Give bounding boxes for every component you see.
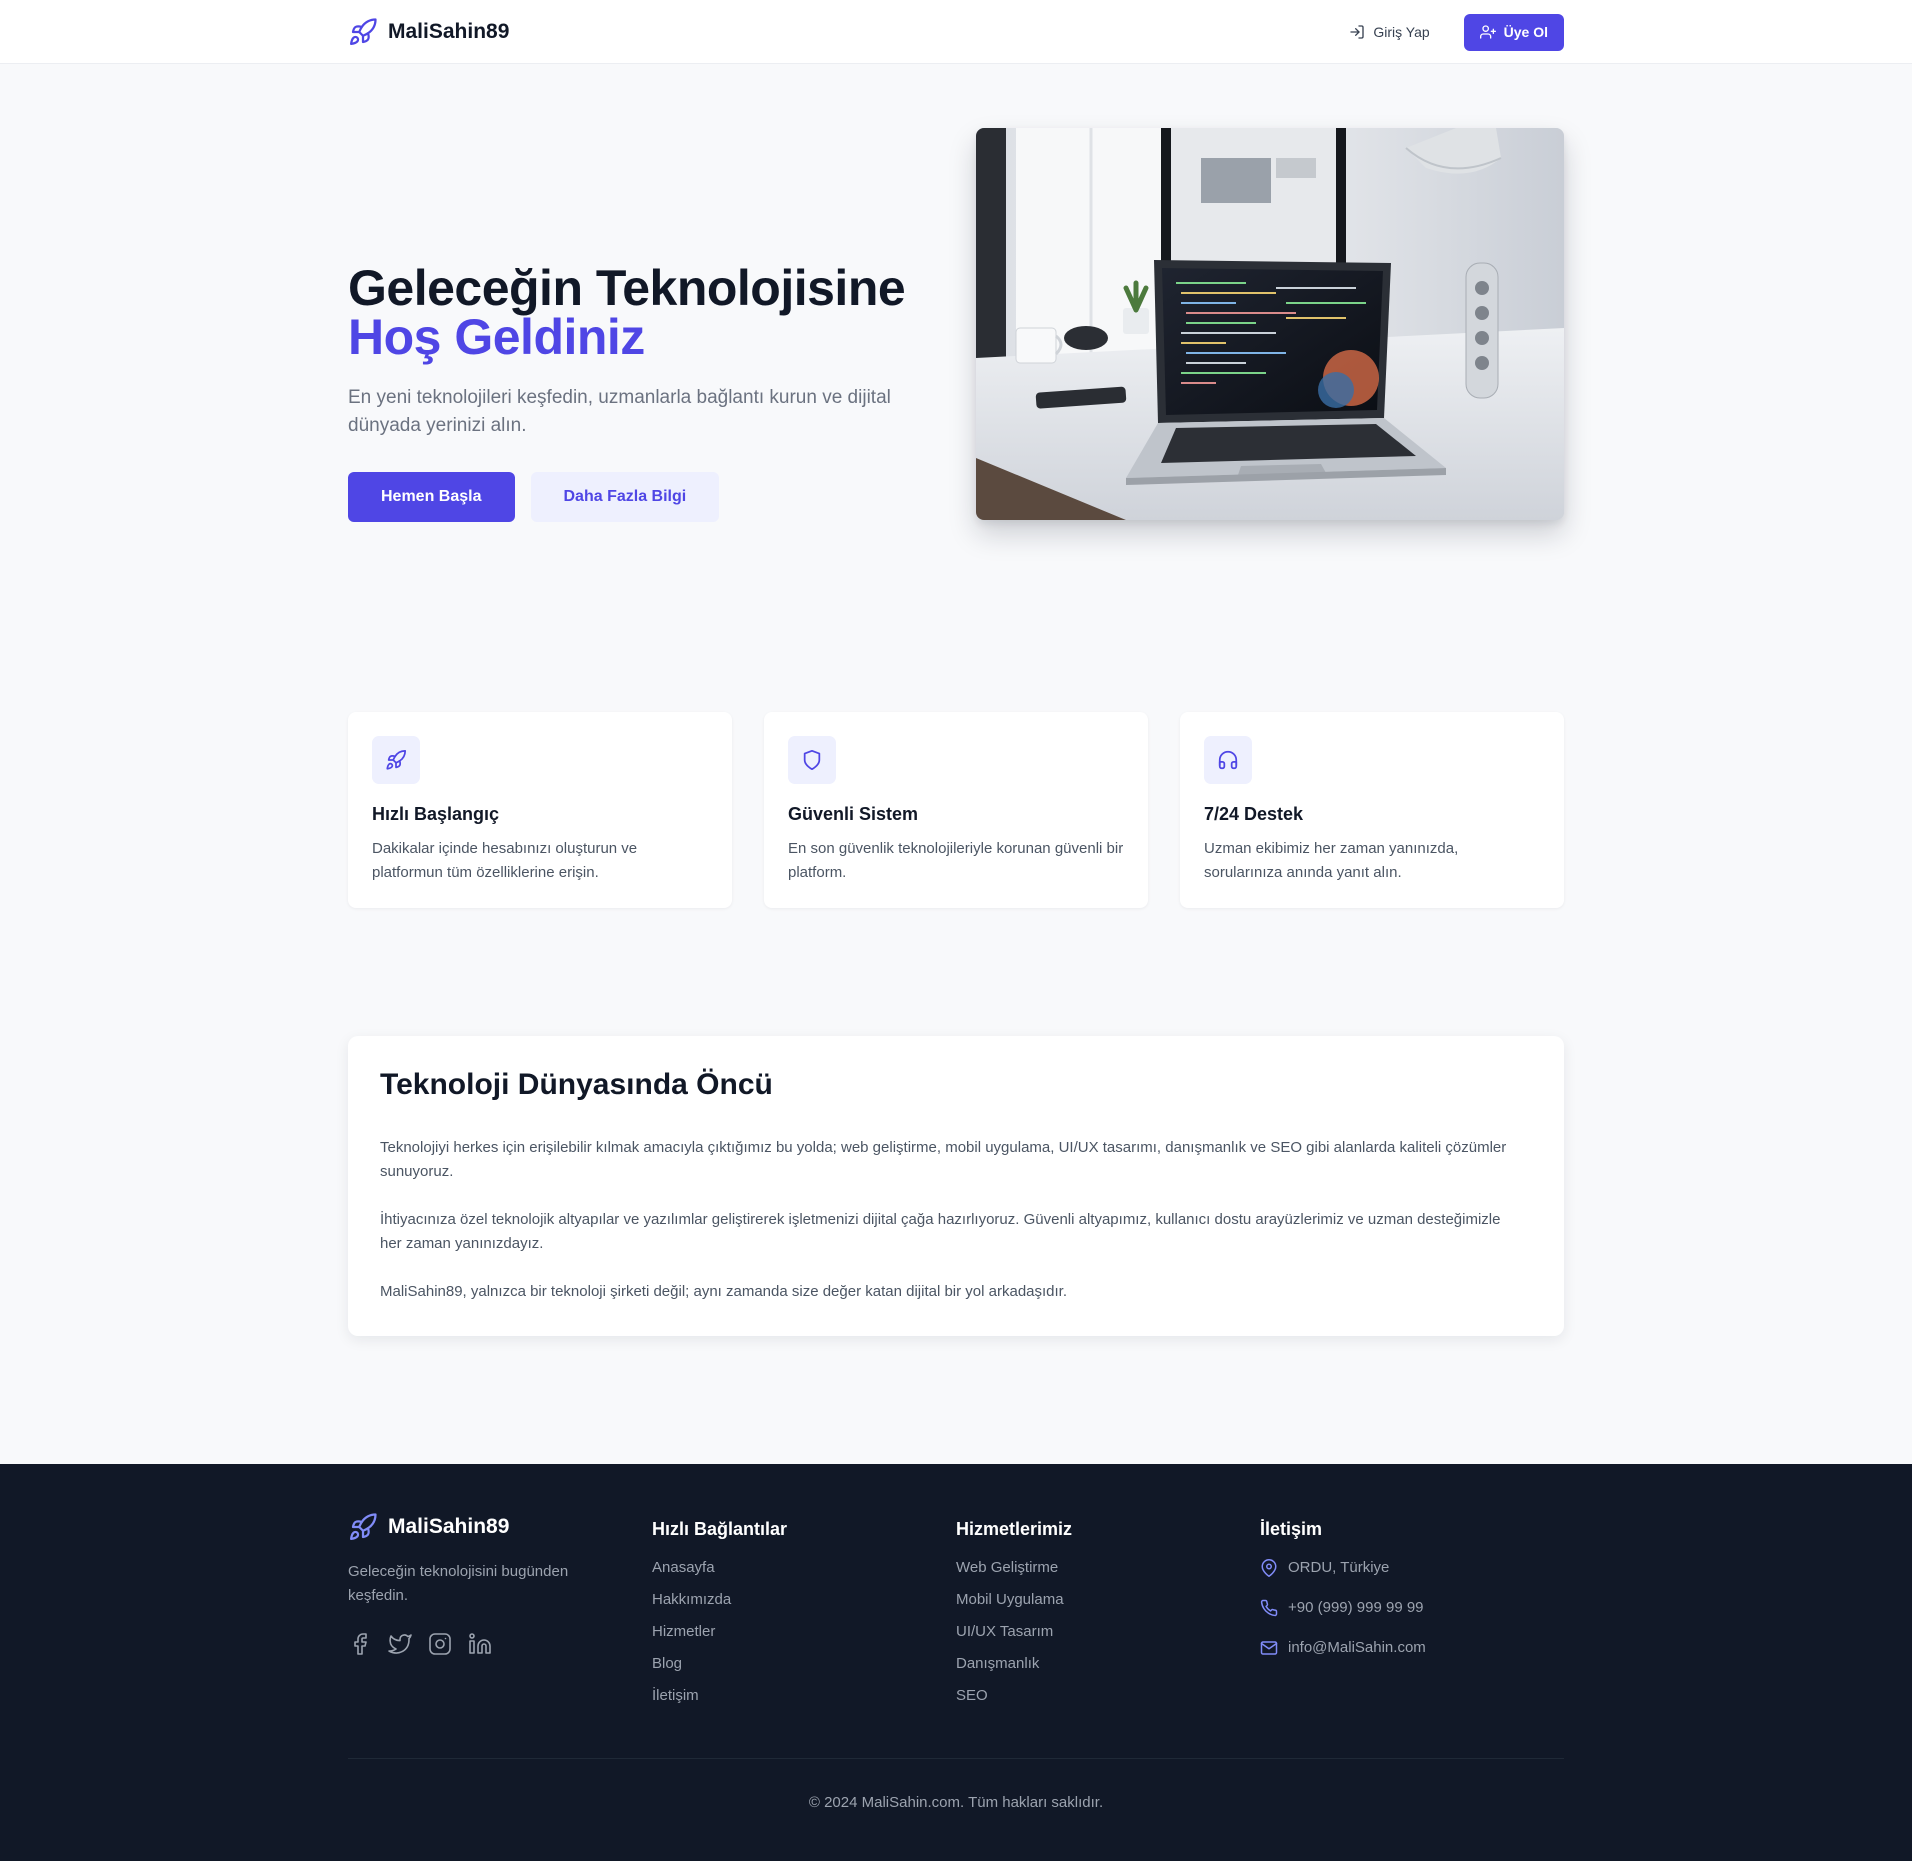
- footer-service-web[interactable]: Web Geliştirme: [956, 1558, 1260, 1578]
- about-section: Teknoloji Dünyasında Öncü Teknolojiyi he…: [0, 1036, 1912, 1336]
- feature-title: 7/24 Destek: [1204, 804, 1304, 824]
- instagram-icon[interactable]: [428, 1632, 452, 1656]
- footer-link-home[interactable]: Anasayfa: [652, 1558, 956, 1578]
- hero-title: Geleceğin Teknolojisine Hoş Geldiniz: [348, 263, 928, 365]
- feature-card-fast-start: Hızlı Başlangıç Dakikalar içinde hesabın…: [348, 712, 732, 908]
- laptop-desk-illustration: [976, 128, 1564, 520]
- twitter-icon[interactable]: [388, 1632, 412, 1656]
- footer-services: Hizmetlerimiz Web Geliştirme Mobil Uygul…: [956, 1512, 1260, 1758]
- footer-tagline: Geleceğin teknolojisini bugünden keşfedi…: [348, 1563, 569, 1604]
- brand-name: MaliSahin89: [388, 20, 510, 43]
- footer-contact: İletişim ORDU, Türkiye +90 (999) 999 99 …: [1260, 1512, 1564, 1758]
- footer-service-seo[interactable]: SEO: [956, 1686, 1260, 1706]
- mail-icon: [1260, 1639, 1278, 1657]
- user-plus-icon: [1479, 24, 1496, 40]
- quick-links-title: Hızlı Bağlantılar: [652, 1519, 788, 1539]
- hero-section: Geleceğin Teknolojisine Hoş Geldiniz En …: [0, 64, 1912, 648]
- contact-address: ORDU, Türkiye: [1260, 1558, 1564, 1578]
- footer-link-contact[interactable]: İletişim: [652, 1686, 956, 1706]
- login-button[interactable]: Giriş Yap: [1337, 16, 1441, 48]
- feature-text: En son güvenlik teknolojileriyle korunan…: [788, 840, 1124, 881]
- footer-link-services[interactable]: Hizmetler: [652, 1622, 956, 1642]
- signup-label: Üye Ol: [1503, 24, 1548, 40]
- footer-service-consulting[interactable]: Danışmanlık: [956, 1654, 1260, 1674]
- contact-email-text: info@MaliSahin.com: [1288, 1639, 1426, 1656]
- rocket-icon: [372, 736, 420, 784]
- footer-link-about[interactable]: Hakkımızda: [652, 1590, 956, 1610]
- about-card: Teknoloji Dünyasında Öncü Teknolojiyi he…: [348, 1036, 1564, 1336]
- footer-service-mobile[interactable]: Mobil Uygulama: [956, 1590, 1260, 1610]
- hero-image: [976, 128, 1564, 520]
- rocket-icon: [348, 1512, 378, 1542]
- contact-phone-text: +90 (999) 999 99 99: [1288, 1599, 1424, 1616]
- feature-title: Hızlı Başlangıç: [372, 804, 500, 824]
- about-paragraph: MaliSahin89, yalnızca bir teknoloji şirk…: [380, 1283, 1068, 1300]
- footer-quick-links: Hızlı Bağlantılar Anasayfa Hakkımızda Hi…: [652, 1512, 956, 1758]
- shield-icon: [788, 736, 836, 784]
- contact-phone[interactable]: +90 (999) 999 99 99: [1260, 1598, 1564, 1618]
- contact-title: İletişim: [1260, 1519, 1323, 1539]
- linkedin-icon[interactable]: [468, 1632, 492, 1656]
- about-paragraph: Teknolojiyi herkes için erişilebilir kıl…: [380, 1139, 1507, 1180]
- feature-text: Uzman ekibimiz her zaman yanınızda, soru…: [1204, 840, 1459, 881]
- map-pin-icon: [1260, 1559, 1278, 1577]
- signup-button[interactable]: Üye Ol: [1463, 13, 1564, 51]
- facebook-icon[interactable]: [348, 1632, 372, 1656]
- footer-brand-logo[interactable]: MaliSahin89: [348, 1512, 652, 1542]
- login-label: Giriş Yap: [1373, 24, 1430, 40]
- get-started-button[interactable]: Hemen Başla: [348, 472, 515, 522]
- features-section: Hızlı Başlangıç Dakikalar içinde hesabın…: [0, 712, 1912, 908]
- services-title: Hizmetlerimiz: [956, 1519, 1073, 1539]
- feature-card-support: 7/24 Destek Uzman ekibimiz her zaman yan…: [1180, 712, 1564, 908]
- feature-text: Dakikalar içinde hesabınızı oluşturun ve…: [372, 840, 638, 881]
- hero-title-line1: Geleceğin Teknolojisine: [348, 260, 906, 316]
- footer-service-uiux[interactable]: UI/UX Tasarım: [956, 1622, 1260, 1642]
- feature-title: Güvenli Sistem: [788, 804, 919, 824]
- hero-subtitle: En yeni teknolojileri keşfedin, uzmanlar…: [348, 387, 891, 436]
- contact-address-text: ORDU, Türkiye: [1288, 1559, 1390, 1576]
- brand-logo[interactable]: MaliSahin89: [348, 17, 509, 47]
- phone-icon: [1260, 1599, 1278, 1617]
- top-navbar: MaliSahin89 Giriş Yap Üye Ol: [0, 0, 1912, 64]
- feature-card-secure: Güvenli Sistem En son güvenlik teknoloji…: [764, 712, 1148, 908]
- footer-brand-name: MaliSahin89: [388, 1515, 510, 1538]
- learn-more-button[interactable]: Daha Fazla Bilgi: [530, 472, 720, 522]
- contact-email[interactable]: info@MaliSahin.com: [1260, 1638, 1564, 1658]
- site-footer: MaliSahin89 Geleceğin teknolojisini bugü…: [0, 1464, 1912, 1861]
- rocket-icon: [348, 17, 378, 47]
- footer-link-blog[interactable]: Blog: [652, 1654, 956, 1674]
- footer-brand-column: MaliSahin89 Geleceğin teknolojisini bugü…: [348, 1512, 652, 1758]
- about-paragraph: İhtiyacınıza özel teknolojik altyapılar …: [380, 1211, 1501, 1252]
- about-title: Teknoloji Dünyasında Öncü: [380, 1068, 773, 1101]
- login-icon: [1349, 24, 1365, 40]
- copyright-text: © 2024 MaliSahin.com. Tüm hakları saklıd…: [808, 1794, 1104, 1811]
- hero-title-accent: Hoş Geldiniz: [348, 309, 645, 365]
- headphones-icon: [1204, 736, 1252, 784]
